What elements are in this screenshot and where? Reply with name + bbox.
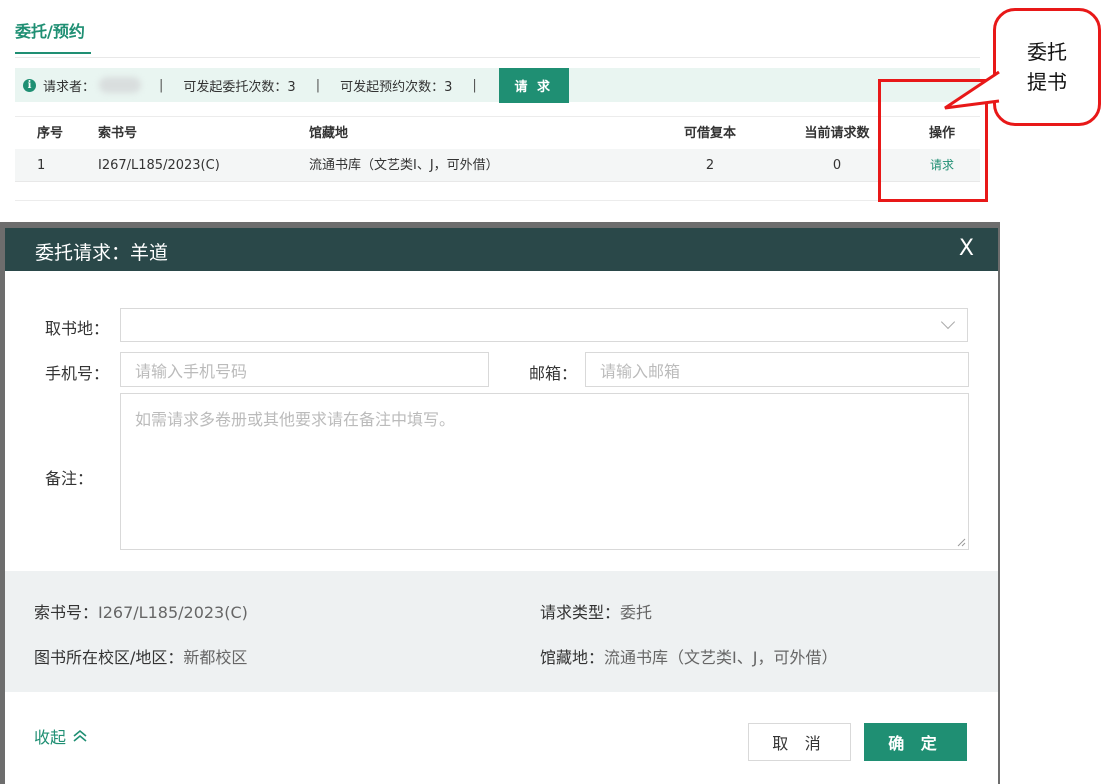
tab-active-indicator bbox=[15, 52, 91, 54]
separator: | bbox=[159, 77, 164, 93]
pickup-label: 取书地： bbox=[45, 319, 110, 338]
header-seq: 序号 bbox=[37, 126, 64, 141]
separator: | bbox=[472, 77, 477, 93]
info-request-type: 请求类型：委托 bbox=[540, 599, 652, 623]
callout-bubble: 委托 提书 bbox=[993, 8, 1101, 126]
cell-seq: 1 bbox=[37, 158, 46, 173]
campus-label: 图书所在校区/地区： bbox=[34, 648, 184, 667]
table-header: 序号 索书号 馆藏地 可借复本 当前请求数 操作 bbox=[15, 116, 980, 149]
campus-value: 新都校区 bbox=[183, 648, 248, 667]
cell-location: 流通书库（文艺类I、J，可外借） bbox=[309, 158, 499, 173]
callout-line-1: 委托 bbox=[1027, 40, 1067, 64]
tab-divider bbox=[15, 57, 980, 58]
table-row: 1 I267/L185/2023(C) 流通书库（文艺类I、J，可外借） 2 0… bbox=[15, 149, 980, 182]
call-number-value: I267/L185/2023(C) bbox=[98, 603, 248, 622]
cell-current-requests: 0 bbox=[832, 158, 842, 173]
note-textarea[interactable]: 如需请求多卷册或其他要求请在备注中填写。 bbox=[120, 393, 969, 550]
dialog-header: 委托请求：羊道 X bbox=[5, 228, 998, 271]
request-button[interactable]: 请 求 bbox=[498, 67, 569, 103]
email-placeholder: 请输入邮箱 bbox=[600, 361, 681, 381]
confirm-button[interactable]: 确 定 bbox=[864, 723, 967, 761]
note-label: 备注： bbox=[45, 469, 94, 488]
header-call-number: 索书号 bbox=[98, 126, 138, 141]
collapse-link[interactable]: 收起 bbox=[34, 724, 88, 748]
email-input[interactable]: 请输入邮箱 bbox=[585, 352, 969, 387]
info-call-number: 索书号：I267/L185/2023(C) bbox=[34, 599, 248, 623]
close-icon[interactable]: X bbox=[959, 236, 974, 261]
callout-line-2: 提书 bbox=[1027, 70, 1067, 94]
resize-grip-icon[interactable] bbox=[957, 538, 966, 547]
reserve-count: 可发起预约次数：3 bbox=[340, 79, 453, 95]
highlight-box bbox=[878, 79, 988, 202]
header-location: 馆藏地 bbox=[309, 126, 349, 141]
double-chevron-up-icon bbox=[73, 729, 87, 742]
pickup-location-select[interactable] bbox=[120, 308, 968, 342]
cell-call-number: I267/L185/2023(C) bbox=[98, 158, 220, 173]
tab-delegate-reserve[interactable]: 委托/预约 bbox=[15, 18, 85, 42]
info-campus: 图书所在校区/地区：新都校区 bbox=[34, 644, 247, 668]
cell-available-copies: 2 bbox=[705, 158, 715, 173]
holdings-table: 序号 索书号 馆藏地 可借复本 当前请求数 操作 1 I267/L185/202… bbox=[15, 116, 980, 182]
delegate-request-dialog: 委托请求：羊道 X 取书地： 手机号： 请输入手机号码 邮箱： 请输入邮箱 备注… bbox=[5, 228, 998, 784]
location-value: 流通书库（文艺类I、J，可外借） bbox=[604, 648, 838, 667]
book-info-panel: 索书号：I267/L185/2023(C) 请求类型：委托 图书所在校区/地区：… bbox=[5, 571, 998, 692]
phone-placeholder: 请输入手机号码 bbox=[135, 361, 248, 381]
dialog-title: 委托请求：羊道 bbox=[35, 242, 169, 264]
note-placeholder: 如需请求多卷册或其他要求请在备注中填写。 bbox=[135, 410, 456, 429]
requester-label: 请求者： bbox=[43, 79, 96, 95]
requester-info-bar: i 请求者： | 可发起委托次数：3 | 可发起预约次数：3 | 请 求 bbox=[15, 67, 980, 103]
header-current-requests: 当前请求数 bbox=[804, 126, 870, 141]
requester-name-redacted bbox=[99, 77, 142, 93]
email-label: 邮箱： bbox=[529, 364, 578, 383]
call-number-label: 索书号： bbox=[34, 603, 99, 622]
delegate-count: 可发起委托次数：3 bbox=[183, 79, 296, 95]
phone-label: 手机号： bbox=[45, 364, 110, 383]
info-location: 馆藏地：流通书库（文艺类I、J，可外借） bbox=[540, 644, 837, 668]
chevron-down-icon bbox=[940, 314, 956, 330]
info-icon: i bbox=[23, 78, 36, 92]
request-type-label: 请求类型： bbox=[540, 603, 621, 622]
header-available-copies: 可借复本 bbox=[683, 126, 736, 141]
phone-input[interactable]: 请输入手机号码 bbox=[120, 352, 489, 387]
cancel-button[interactable]: 取 消 bbox=[748, 723, 851, 761]
collapse-label: 收起 bbox=[34, 728, 67, 747]
separator: | bbox=[315, 77, 321, 93]
request-type-value: 委托 bbox=[620, 603, 653, 622]
location-label: 馆藏地： bbox=[540, 648, 605, 667]
panel-bottom-line bbox=[15, 200, 980, 201]
